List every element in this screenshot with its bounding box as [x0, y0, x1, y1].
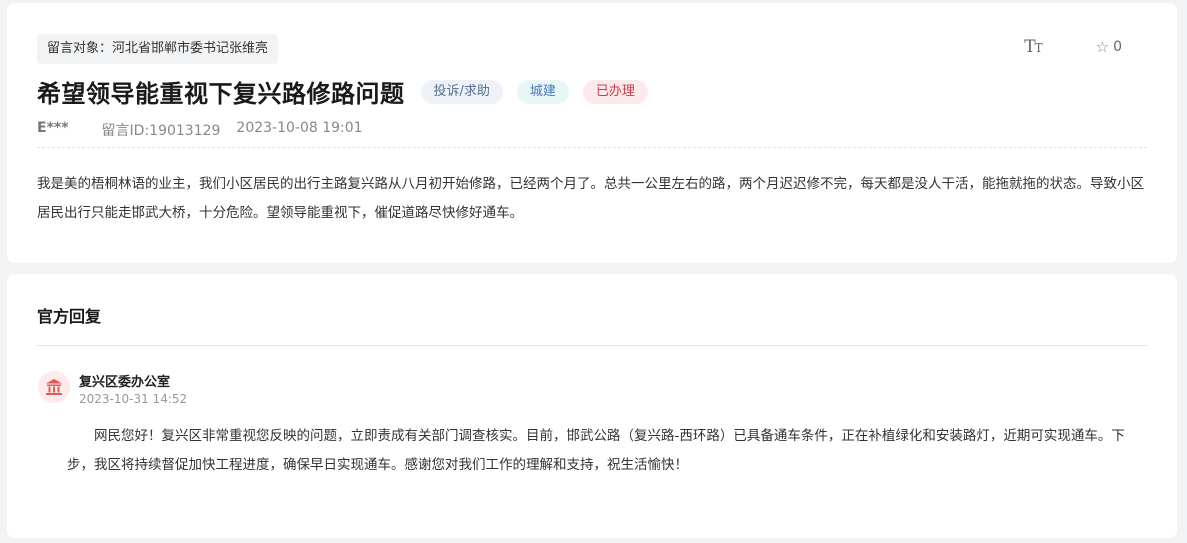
type-badge: 投诉/求助 [420, 79, 503, 104]
department-avatar [38, 371, 70, 403]
message-content: 我是美的梧桐林语的业主，我们小区居民的出行主路复兴路从八月初开始修路，已经两个月… [37, 176, 1144, 221]
reply-content: 网民您好！复兴区非常重视您反映的问题，立即责成有关部门调查核实。目前，邯武公路（… [67, 428, 1125, 473]
divider [37, 345, 1147, 346]
message-id: 留言ID:19013129 [101, 123, 221, 139]
reply-department: 复兴区委办公室 [79, 375, 171, 390]
message-target-tag: 留言对象：河北省邯郸市委书记张维亮 [37, 34, 279, 64]
author-name: E*** [37, 120, 69, 136]
title-row: 希望领导能重视下复兴路修路问题 投诉/求助 城建 已办理 [37, 74, 648, 109]
message-meta: E*** 留言ID:19013129 2023-10-08 19:01 [37, 120, 363, 140]
message-tools: TT ☆ 0 [1024, 37, 1122, 57]
category-badge: 城建 [516, 79, 569, 104]
message-card: 留言对象：河北省邯郸市委书记张维亮 TT ☆ 0 希望领导能重视下复兴路修路问题… [7, 3, 1177, 263]
reply-section-title: 官方回复 [37, 307, 102, 326]
status-badge: 已办理 [582, 79, 648, 104]
reply-card: 官方回复 复兴区委办公室 2023-10-31 14:52 网民您好！复兴区非常… [7, 274, 1177, 538]
star-icon: ☆ [1095, 38, 1110, 56]
favorite-button[interactable]: ☆ 0 [1096, 38, 1122, 56]
divider [37, 147, 1147, 148]
favorite-count: 0 [1113, 39, 1122, 55]
reply-time: 2023-10-31 14:52 [79, 392, 188, 406]
font-size-icon[interactable]: TT [1024, 37, 1042, 57]
message-title: 希望领导能重视下复兴路修路问题 [37, 80, 405, 108]
message-date: 2023-10-08 19:01 [236, 120, 363, 136]
government-building-icon [46, 379, 62, 395]
